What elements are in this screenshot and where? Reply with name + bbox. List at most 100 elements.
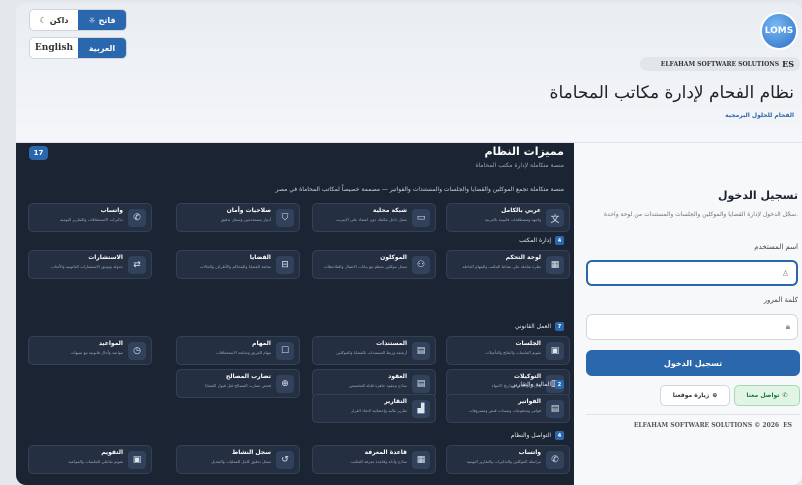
feature-card-description: سجل موكلين منظم مع بيانات الاتصال والملا… bbox=[323, 264, 407, 269]
features-count-badge: 17 bbox=[29, 146, 48, 160]
language-toggle: English العربية bbox=[29, 37, 127, 59]
username-input[interactable]: ♙ bbox=[586, 260, 798, 286]
features-title: مميزات النظام bbox=[484, 145, 564, 158]
feature-card[interactable]: ↺ سجل النشاط سجل تدقيق كامل للعمليات والتع… bbox=[176, 445, 300, 474]
feature-card-description: أرشفة وربط المستندات بالقضايا والموكلين bbox=[336, 350, 407, 355]
sun-icon: ☼ bbox=[88, 15, 96, 25]
app-title: نظام الفحام لإدارة مكاتب المحاماة bbox=[549, 83, 794, 103]
feature-card-description: تقارير مالية وإحصائية لاتخاذ القرار bbox=[351, 408, 407, 413]
feature-card[interactable]: ☐ المهام مهام الفريق ومتابعة الاستحقاقات bbox=[176, 336, 300, 365]
whatsapp-icon: ✆ bbox=[782, 392, 788, 399]
contact-us-button[interactable]: تواصل معنا ✆ bbox=[734, 385, 800, 406]
calendar-icon: ▣ bbox=[128, 451, 146, 469]
feature-card-title: عربي بالكامل bbox=[501, 207, 541, 214]
login-subtitle: سجّل الدخول لإدارة القضايا والموكلين وال… bbox=[604, 211, 798, 218]
feature-card[interactable]: ◷ المواعيد مواعيد وآجال قانونية مع تنبيهات bbox=[28, 336, 152, 365]
feature-card-title: لوحة التحكم bbox=[505, 254, 541, 261]
feature-card[interactable]: ⊕ تضارب المصالح فحص تضارب المصالح قبل قبول… bbox=[176, 369, 300, 398]
username-label: اسم المستخدم bbox=[754, 243, 798, 251]
app-window: ☾ داكن ☼ فاتح English العربية LOMS ELFAHAM… bbox=[16, 3, 802, 485]
clock-icon: ◷ bbox=[128, 342, 146, 360]
feature-card[interactable]: ✆ واتساب تذكيرات الاستحقاقات والتقارير الي… bbox=[28, 203, 152, 232]
shield-icon: ⛉ bbox=[276, 209, 294, 227]
feature-card-title: التقويم bbox=[101, 449, 123, 456]
reports-icon: ▟ bbox=[412, 400, 430, 418]
feature-card[interactable]: ▦ قاعدة المعرفة نماذج وأدلة وقاعدة معرفة ل… bbox=[312, 445, 436, 474]
login-panel: تسجيل الدخول سجّل الدخول لإدارة القضايا … bbox=[574, 143, 802, 485]
section-label: العمل القانوني bbox=[514, 323, 551, 330]
company-logo-icon: ES bbox=[782, 59, 794, 69]
feature-card[interactable]: 文 عربي بالكامل واجهة ومصطلحات قانونية بالع… bbox=[446, 203, 570, 232]
feature-card[interactable]: ▦ لوحة التحكم نظرة شاملة على نشاط المكتب و… bbox=[446, 250, 570, 279]
document-icon: ▤ bbox=[412, 342, 430, 360]
conflict-icon: ⊕ bbox=[276, 375, 294, 393]
company-badge: ELFAHAM SOFTWARE SOLUTIONS ES bbox=[640, 57, 800, 71]
section-label: إدارة المكتب bbox=[519, 237, 551, 244]
app-logo: LOMS bbox=[760, 12, 798, 50]
tasks-icon: ☐ bbox=[276, 342, 294, 360]
feature-card[interactable]: ▤ المستندات أرشفة وربط المستندات بالقضايا … bbox=[312, 336, 436, 365]
feature-card-title: الجلسات bbox=[515, 340, 541, 347]
network-icon: ▭ bbox=[412, 209, 430, 227]
arabic-button[interactable]: العربية bbox=[78, 38, 126, 58]
dark-mode-button[interactable]: ☾ داكن bbox=[30, 10, 78, 30]
feature-card-description: تذكيرات الاستحقاقات والتقارير اليومية bbox=[60, 217, 123, 222]
password-input[interactable]: 🔒︎ bbox=[586, 314, 798, 340]
whatsapp-icon: ✆ bbox=[546, 451, 564, 469]
consultation-icon: ⇄ bbox=[128, 256, 146, 274]
feature-card-title: الموكلون bbox=[380, 254, 407, 261]
feature-card-title: قاعدة المعرفة bbox=[364, 449, 407, 456]
clients-icon: ⚇ bbox=[412, 256, 430, 274]
feature-card-title: واتساب bbox=[518, 449, 541, 456]
feature-card-description: سجل تدقيق كامل للعمليات والتعديل bbox=[211, 459, 271, 464]
feature-card-description: يعمل داخل مكتبك دون اعتماد على الإنترنت bbox=[335, 217, 407, 222]
feature-card-title: سجل النشاط bbox=[231, 449, 271, 456]
company-logo-icon: ES bbox=[783, 422, 792, 429]
book-icon: ▦ bbox=[412, 451, 430, 469]
feature-card-title: الفواتير bbox=[518, 398, 541, 405]
login-title: تسجيل الدخول bbox=[717, 189, 798, 202]
section-count-badge: 4 bbox=[555, 431, 564, 440]
moon-icon: ☾ bbox=[39, 15, 47, 25]
app-subtitle: الفحام للحلول البرمجية bbox=[725, 112, 794, 119]
features-subtitle: منصة متكاملة لإدارة مكتب المحاماة bbox=[475, 162, 564, 169]
section-count-badge: 4 bbox=[555, 236, 564, 245]
lock-icon: 🔒︎ bbox=[785, 322, 790, 331]
translate-icon: 文 bbox=[546, 209, 564, 227]
feature-card[interactable]: ⇄ الاستشارات جدولة وتوثيق الاستشارات القان… bbox=[28, 250, 152, 279]
feature-card-description: متابعة القضايا والمحاكم والأطراف والحالا… bbox=[199, 264, 271, 269]
feature-card-title: المواعيد bbox=[98, 340, 123, 347]
login-button[interactable]: تسجيل الدخول bbox=[586, 350, 800, 376]
feature-card-description: مواعيد وآجال قانونية مع تنبيهات bbox=[70, 350, 123, 355]
feature-card[interactable]: ▭ شبكة محلية يعمل داخل مكتبك دون اعتماد عل… bbox=[312, 203, 436, 232]
header: ☾ داكن ☼ فاتح English العربية LOMS ELFAHAM… bbox=[16, 3, 802, 143]
feature-card[interactable]: ▣ الجلسات تقويم الجلسات والنتائج والتأجيلا… bbox=[446, 336, 570, 365]
feature-card-title: المهام bbox=[252, 340, 271, 347]
feature-card-title: تضارب المصالح bbox=[225, 373, 271, 380]
feature-card[interactable]: ⊟ القضايا متابعة القضايا والمحاكم والأطراف… bbox=[176, 250, 300, 279]
feature-card-description: جدولة وتوثيق الاستشارات القانونية والأتع… bbox=[51, 264, 123, 269]
feature-card-description: فواتير ومدفوعات وسندات قبض ومصروفات bbox=[468, 408, 541, 413]
feature-card[interactable]: ▤ الفواتير فواتير ومدفوعات وسندات قبض ومصر… bbox=[446, 394, 570, 423]
login-footer: ELFAHAM SOFTWARE SOLUTIONS © 2026 ES bbox=[633, 422, 792, 429]
feature-card-description: فحص تضارب المصالح قبل قبول القضايا bbox=[205, 383, 271, 388]
whatsapp-icon: ✆ bbox=[128, 209, 146, 227]
visit-website-button[interactable]: زيارة موقعنا ⊕ bbox=[660, 385, 730, 406]
feature-card[interactable]: ▟ التقارير تقارير مالية وإحصائية لاتخاذ ال… bbox=[312, 394, 436, 423]
feature-card-title: العقود bbox=[388, 373, 407, 380]
theme-toggle: ☾ داكن ☼ فاتح bbox=[29, 9, 127, 31]
feature-card-description: نظرة شاملة على نشاط المكتب والمهام العاج… bbox=[462, 264, 541, 269]
light-mode-button[interactable]: ☼ فاتح bbox=[78, 10, 126, 30]
feature-section-header: العمل القانوني 7 bbox=[515, 322, 564, 331]
feature-card-title: واتساب bbox=[100, 207, 123, 214]
history-icon: ↺ bbox=[276, 451, 294, 469]
feature-card[interactable]: ▣ التقويم تقويم تفاعلي للجلسات والمواعيد bbox=[28, 445, 152, 474]
footer-divider bbox=[586, 414, 800, 415]
feature-card[interactable]: ⚇ الموكلون سجل موكلين منظم مع بيانات الاتص… bbox=[312, 250, 436, 279]
features-description: منصة متكاملة تجمع الموكلين والقضايا والج… bbox=[275, 186, 564, 193]
feature-card[interactable]: ⛉ صلاحيات وأمان أدوار مستخدمين وسجل تدقيق bbox=[176, 203, 300, 232]
features-panel: 17 مميزات النظام منصة متكاملة لإدارة مكت… bbox=[16, 143, 574, 485]
briefcase-icon: ⊟ bbox=[276, 256, 294, 274]
english-button[interactable]: English bbox=[30, 38, 78, 58]
feature-card[interactable]: ✆ واتساب مراسلة الموكلين والتذكيرات والتقا… bbox=[446, 445, 570, 474]
